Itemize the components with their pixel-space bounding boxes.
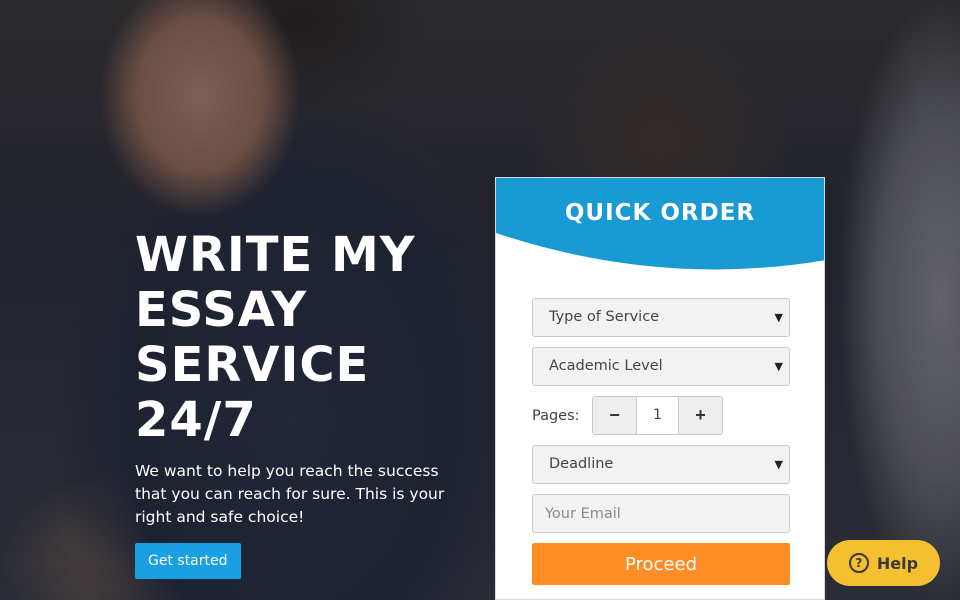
pages-stepper: − 1 + xyxy=(592,396,723,435)
chevron-down-icon: ▼ xyxy=(774,311,783,324)
get-started-button[interactable]: Get started xyxy=(135,543,241,579)
help-label: Help xyxy=(876,553,919,573)
quick-order-form: QUICK ORDER Type of Service ▼ Academic L… xyxy=(495,177,825,600)
proceed-button[interactable]: Proceed xyxy=(532,543,790,585)
decrease-pages-button[interactable]: − xyxy=(593,397,636,434)
quick-order-header: QUICK ORDER xyxy=(496,178,824,272)
email-input[interactable] xyxy=(532,494,790,533)
deadline-select[interactable]: Deadline ▼ xyxy=(532,445,790,484)
help-button[interactable]: ? Help xyxy=(827,540,940,586)
academic-level-value: Academic Level xyxy=(549,358,663,374)
order-fields: Type of Service ▼ Academic Level ▼ Pages… xyxy=(532,298,790,585)
question-circle-icon: ? xyxy=(848,553,869,573)
quick-order-title: QUICK ORDER xyxy=(564,200,756,226)
service-type-value: Type of Service xyxy=(549,309,660,325)
hero-subtitle: We want to help you reach the success th… xyxy=(135,462,445,526)
pages-value[interactable]: 1 xyxy=(636,397,679,434)
pages-row: Pages: − 1 + xyxy=(532,396,790,435)
pages-label: Pages: xyxy=(532,407,580,424)
hero-section: WRITE MY ESSAY SERVICE 24/7 We want to h… xyxy=(135,228,475,579)
hero-title: WRITE MY ESSAY SERVICE 24/7 xyxy=(135,227,416,448)
chevron-down-icon: ▼ xyxy=(774,360,783,373)
service-type-select[interactable]: Type of Service ▼ xyxy=(532,298,790,337)
deadline-value: Deadline xyxy=(549,456,614,472)
academic-level-select[interactable]: Academic Level ▼ xyxy=(532,347,790,386)
chevron-down-icon: ▼ xyxy=(774,458,783,471)
increase-pages-button[interactable]: + xyxy=(679,397,722,434)
